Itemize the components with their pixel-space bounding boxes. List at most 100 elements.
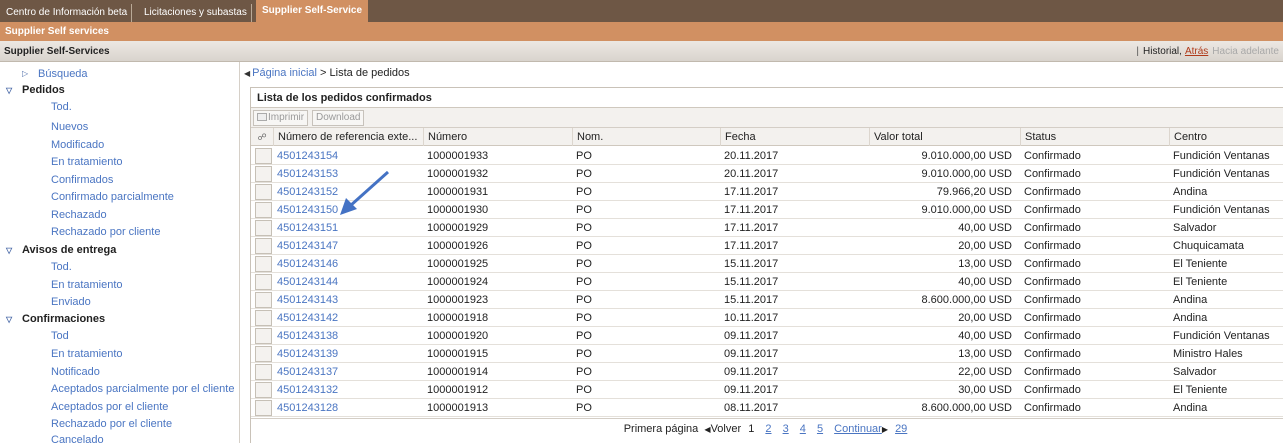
sidebar-item-conf-rechazado[interactable]: Rechazado por el cliente	[51, 418, 172, 430]
cell-referencia[interactable]: 4501243153	[273, 165, 423, 183]
sidebar-item-pedidos-todos[interactable]: Tod.	[51, 101, 72, 113]
pager-next[interactable]: Continuar	[834, 423, 882, 435]
cell-status: Confirmado	[1024, 402, 1081, 414]
sidebar-item-avisos-enviado[interactable]: Enviado	[51, 296, 91, 308]
tab-centro-informacion[interactable]: Centro de Información beta	[2, 4, 133, 22]
pager-page-2[interactable]: 2	[765, 423, 771, 435]
tab-supplier-self-service[interactable]: Supplier Self-Service	[256, 0, 369, 22]
pager-page-4[interactable]: 4	[800, 423, 806, 435]
row-selector[interactable]	[255, 346, 272, 362]
sidebar-item-pedidos-nuevos[interactable]: Nuevos	[51, 121, 88, 133]
collapse-triangle-icon[interactable]: ▽	[6, 86, 12, 95]
row-selector[interactable]	[255, 202, 272, 218]
pager-page-3[interactable]: 3	[783, 423, 789, 435]
sidebar-item-pedidos-rechazado[interactable]: Rechazado	[51, 209, 107, 221]
column-header-valor-total[interactable]: Valor total	[869, 128, 1020, 146]
breadcrumb-separator: >	[320, 67, 327, 79]
row-selector[interactable]	[255, 382, 272, 398]
sidebar-group-avisos[interactable]: ▽ Avisos de entrega	[6, 244, 116, 256]
row-selector[interactable]	[255, 184, 272, 200]
history-link[interactable]: Historial	[1143, 46, 1179, 57]
sidebar-item-pedidos-rechazado-cliente[interactable]: Rechazado por cliente	[51, 226, 160, 238]
column-header-referencia[interactable]: Número de referencia exte...	[273, 128, 423, 146]
sidebar-item-conf-aceptados-parcialmente[interactable]: Aceptados parcialmente por el cliente	[51, 383, 234, 395]
column-settings-icon[interactable]: ☍	[251, 128, 273, 146]
cell-referencia[interactable]: 4501243138	[273, 327, 423, 345]
table-row[interactable]: 4501243142 1000001918 PO 10.11.2017 20,00 US…	[251, 309, 1283, 327]
table-row[interactable]: 4501243150 1000001930 PO 17.11.2017 9.010.00…	[251, 201, 1283, 219]
sidebar-item-avisos-en-tratamiento[interactable]: En tratamiento	[51, 279, 123, 291]
sidebar-group-pedidos[interactable]: ▽ Pedidos	[6, 84, 65, 96]
cell-referencia[interactable]: 4501243152	[273, 183, 423, 201]
pager-page-5[interactable]: 5	[817, 423, 823, 435]
table-row[interactable]: 4501243128 1000001913 PO 08.11.2017 8.600.00…	[251, 399, 1283, 417]
column-header-nom[interactable]: Nom.	[572, 128, 720, 146]
table-row[interactable]: 4501243144 1000001924 PO 15.11.2017 40,00 US…	[251, 273, 1283, 291]
cell-referencia[interactable]: 4501243128	[273, 399, 423, 417]
row-selector[interactable]	[255, 256, 272, 272]
back-link[interactable]: Atrás	[1185, 46, 1208, 57]
row-selector[interactable]	[255, 364, 272, 380]
cell-referencia[interactable]: 4501243142	[273, 309, 423, 327]
collapse-triangle-icon[interactable]: ▽	[6, 246, 12, 255]
tab-licitaciones[interactable]: Licitaciones y subastas	[140, 4, 252, 22]
cell-numero: 1000001926	[427, 240, 489, 252]
cell-centro: El Teniente	[1173, 384, 1228, 396]
sidebar-item-pedidos-en-tratamiento[interactable]: En tratamiento	[51, 156, 123, 168]
sidebar-item-conf-notificado[interactable]: Notificado	[51, 366, 100, 378]
cell-referencia[interactable]: 4501243146	[273, 255, 423, 273]
pager-next-icon[interactable]: ▶	[882, 425, 888, 434]
column-header-status[interactable]: Status	[1020, 128, 1169, 146]
sidebar-item-pedidos-confirmados[interactable]: Confirmados	[51, 174, 113, 186]
table-row[interactable]: 4501243152 1000001931 PO 17.11.2017 79.966,2…	[251, 183, 1283, 201]
table-row[interactable]: 4501243153 1000001932 PO 20.11.2017 9.010.00…	[251, 165, 1283, 183]
expand-triangle-icon[interactable]: ▷	[22, 69, 28, 78]
sidebar-item-pedidos-confirmado-parcialmente[interactable]: Confirmado parcialmente	[51, 191, 174, 203]
cell-referencia[interactable]: 4501243154	[273, 147, 423, 165]
cell-referencia[interactable]: 4501243132	[273, 381, 423, 399]
cell-status: Confirmado	[1024, 384, 1081, 396]
cell-referencia[interactable]: 4501243143	[273, 291, 423, 309]
cell-referencia[interactable]: 4501243137	[273, 363, 423, 381]
table-row[interactable]: 4501243137 1000001914 PO 09.11.2017 22,00 US…	[251, 363, 1283, 381]
cell-referencia[interactable]: 4501243144	[273, 273, 423, 291]
row-selector[interactable]	[255, 310, 272, 326]
pager-last-page[interactable]: 29	[895, 423, 907, 435]
cell-referencia[interactable]: 4501243151	[273, 219, 423, 237]
row-selector[interactable]	[255, 292, 272, 308]
column-header-numero[interactable]: Número	[423, 128, 572, 146]
collapse-triangle-icon[interactable]: ▽	[6, 315, 12, 324]
row-selector[interactable]	[255, 274, 272, 290]
sidebar-item-conf-aceptados[interactable]: Aceptados por el cliente	[51, 401, 168, 413]
sidebar-group-confirmaciones[interactable]: ▽ Confirmaciones	[6, 313, 105, 325]
cell-referencia[interactable]: 4501243139	[273, 345, 423, 363]
row-selector[interactable]	[255, 400, 272, 416]
cell-nom: PO	[576, 150, 592, 162]
column-header-fecha[interactable]: Fecha	[720, 128, 869, 146]
column-header-centro[interactable]: Centro	[1169, 128, 1283, 146]
row-selector[interactable]	[255, 220, 272, 236]
sidebar-item-conf-en-tratamiento[interactable]: En tratamiento	[51, 348, 123, 360]
table-row[interactable]: 4501243146 1000001925 PO 15.11.2017 13,00 US…	[251, 255, 1283, 273]
table-row[interactable]: 4501243139 1000001915 PO 09.11.2017 13,00 US…	[251, 345, 1283, 363]
table-row[interactable]: 4501243138 1000001920 PO 09.11.2017 40,00 US…	[251, 327, 1283, 345]
breadcrumb-home[interactable]: Página inicial	[252, 67, 317, 79]
sidebar-item-conf-todos[interactable]: Tod	[51, 330, 69, 342]
subheader-title[interactable]: Supplier Self services	[5, 22, 109, 41]
sidebar-item-busqueda[interactable]: ▷ Búsqueda	[22, 68, 88, 80]
sidebar-item-pedidos-modificado[interactable]: Modificado	[51, 139, 104, 151]
table-row[interactable]: 4501243154 1000001933 PO 20.11.2017 9.010.00…	[251, 147, 1283, 165]
row-selector[interactable]	[255, 238, 272, 254]
row-selector[interactable]	[255, 328, 272, 344]
row-selector[interactable]	[255, 166, 272, 182]
cell-referencia[interactable]: 4501243147	[273, 237, 423, 255]
table-row[interactable]: 4501243132 1000001912 PO 09.11.2017 30,00 US…	[251, 381, 1283, 399]
sidebar-item-conf-cancelado[interactable]: Cancelado	[51, 434, 104, 443]
sidebar-item-avisos-todos[interactable]: Tod.	[51, 261, 72, 273]
back-arrow-icon[interactable]: ◀	[244, 69, 250, 78]
table-row[interactable]: 4501243147 1000001926 PO 17.11.2017 20,00 US…	[251, 237, 1283, 255]
cell-referencia[interactable]: 4501243150	[273, 201, 423, 219]
table-row[interactable]: 4501243151 1000001929 PO 17.11.2017 40,00 US…	[251, 219, 1283, 237]
row-selector[interactable]	[255, 148, 272, 164]
table-row[interactable]: 4501243143 1000001923 PO 15.11.2017 8.600.00…	[251, 291, 1283, 309]
